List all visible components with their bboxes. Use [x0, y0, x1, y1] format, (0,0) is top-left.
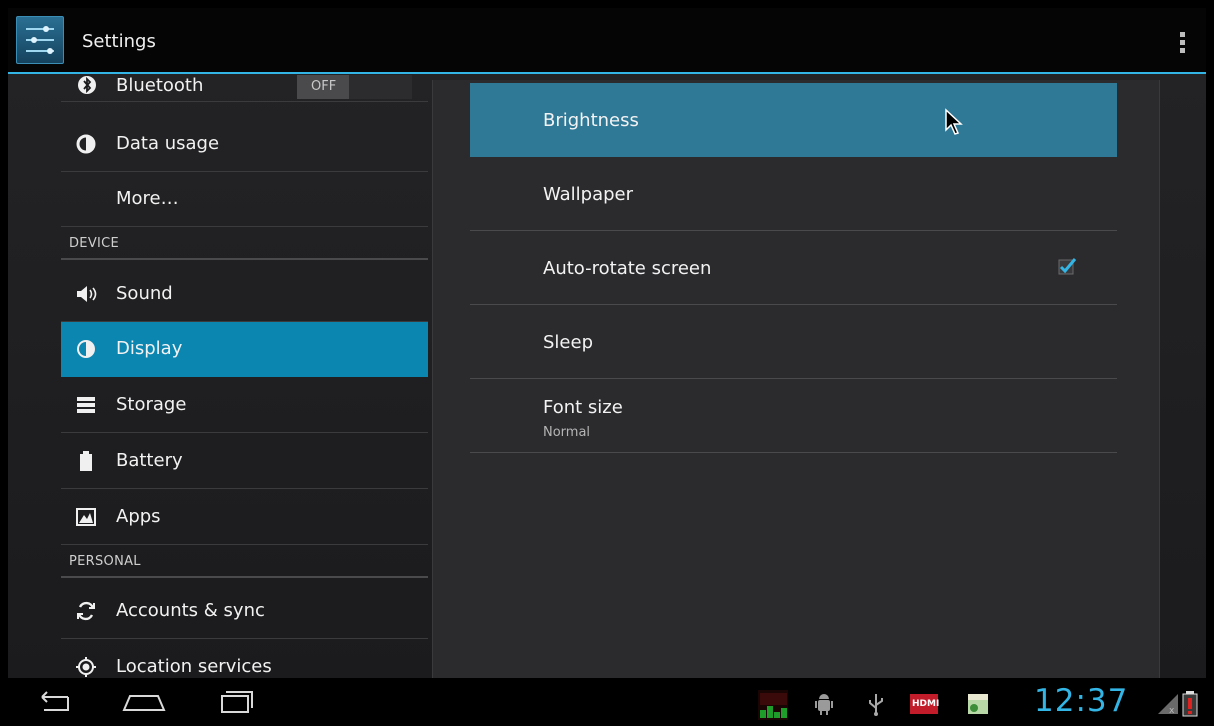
- pref-font-size[interactable]: Font size Normal: [470, 379, 1117, 453]
- status-clock[interactable]: 12:37: [1034, 683, 1128, 719]
- sidebar-item-display[interactable]: Display: [61, 322, 428, 377]
- bluetooth-toggle[interactable]: OFF: [297, 75, 412, 99]
- system-nav-bar: [0, 678, 1214, 726]
- sidebar-item-data-usage[interactable]: Data usage: [61, 117, 428, 172]
- battery-icon: [75, 450, 97, 472]
- battery-alert-icon: [1180, 690, 1200, 717]
- sidebar-item-more[interactable]: More…: [61, 172, 428, 227]
- pref-sleep[interactable]: Sleep: [470, 305, 1117, 379]
- page-title: Settings: [82, 31, 156, 52]
- sidebar-item-storage[interactable]: Storage: [61, 378, 428, 433]
- sync-icon: [75, 600, 97, 622]
- sidebar-item-accounts-sync[interactable]: Accounts & sync: [61, 584, 428, 639]
- level-meter-icon[interactable]: [758, 690, 788, 720]
- hdmi-icon[interactable]: HDMI: [910, 692, 939, 716]
- app-notification-icon[interactable]: [966, 692, 990, 716]
- sidebar-item-sound[interactable]: Sound: [61, 267, 428, 322]
- pref-wallpaper[interactable]: Wallpaper: [470, 157, 1117, 231]
- sidebar-item-battery[interactable]: Battery: [61, 434, 428, 489]
- back-icon[interactable]: [32, 688, 80, 718]
- home-icon[interactable]: [120, 688, 168, 718]
- bluetooth-icon: [77, 75, 99, 97]
- signal-icon: x: [1156, 692, 1180, 716]
- display-icon: [75, 338, 97, 360]
- screen: Settings Bluetooth OFF Data usage More…: [0, 0, 1214, 726]
- pref-brightness[interactable]: Brightness: [470, 83, 1117, 157]
- storage-icon: [75, 394, 97, 416]
- pref-auto-rotate[interactable]: Auto-rotate screen: [470, 231, 1117, 305]
- auto-rotate-checkbox[interactable]: [1058, 257, 1078, 275]
- sound-icon: [75, 283, 97, 305]
- apps-icon: [75, 506, 97, 528]
- settings-sliders-icon[interactable]: [16, 16, 64, 64]
- svg-text:x: x: [1169, 706, 1175, 716]
- recent-apps-icon[interactable]: [210, 688, 258, 718]
- mouse-pointer-icon: [944, 108, 964, 138]
- sidebar-item-bluetooth[interactable]: Bluetooth OFF: [61, 74, 428, 102]
- sidebar-item-location[interactable]: Location services: [61, 640, 428, 678]
- location-icon: [75, 656, 97, 678]
- settings-headers-list[interactable]: Bluetooth OFF Data usage More… DEVICE So…: [53, 74, 428, 678]
- sidebar-item-apps[interactable]: Apps: [61, 490, 428, 545]
- overflow-menu-icon[interactable]: [1168, 22, 1198, 62]
- usb-icon[interactable]: [864, 692, 888, 716]
- android-debug-icon[interactable]: [812, 692, 836, 716]
- section-header-device: DEVICE: [61, 230, 428, 260]
- action-bar: [8, 8, 1206, 72]
- section-header-personal: PERSONAL: [61, 548, 428, 578]
- data-usage-icon: [75, 133, 97, 155]
